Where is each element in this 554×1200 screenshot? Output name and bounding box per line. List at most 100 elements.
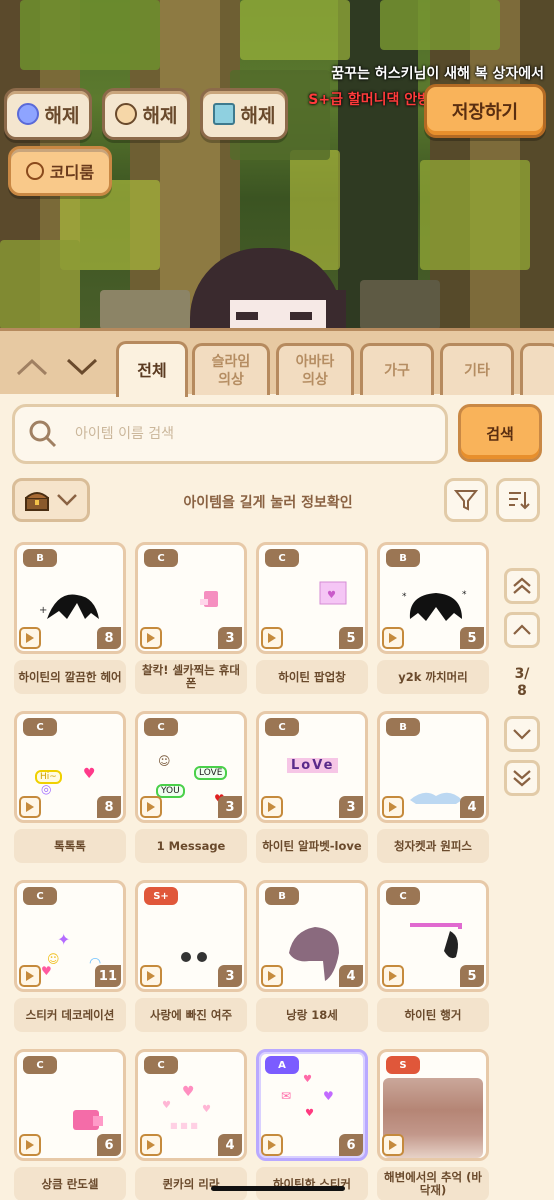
home-indicator <box>211 1186 345 1191</box>
item-card[interactable]: B +8 <box>14 542 126 654</box>
svg-text:♥: ♥ <box>182 1084 195 1100</box>
grade-badge: B <box>386 718 420 736</box>
tab-furniture[interactable]: 가구 <box>360 343 434 395</box>
play-preview-button[interactable] <box>382 627 404 649</box>
sort-button[interactable] <box>496 478 540 522</box>
item-art: * * <box>396 587 476 631</box>
item-name: 하이틴 팝업창 <box>256 660 368 694</box>
coordi-room-button[interactable]: 코디룸 <box>8 146 112 196</box>
item-count: 3 <box>339 796 363 818</box>
page-up-button[interactable] <box>504 612 540 648</box>
item-name: 청자켓과 원피스 <box>377 829 489 863</box>
item-card[interactable]: C ♥ ♥ ♥ ■ ■ ■ 4 <box>135 1049 247 1161</box>
category-tab-bar: 전체 슬라임 의상 아바타 의상 가구 기타 <box>0 328 554 397</box>
avatar-unequip-label: 해제 <box>142 104 178 127</box>
svg-text:*: * <box>462 590 467 600</box>
tab-more[interactable] <box>520 343 554 395</box>
item-card[interactable]: C☺LOVEYOU♥3 <box>135 711 247 823</box>
tab-slime-clothes[interactable]: 슬라임 의상 <box>192 343 270 395</box>
item-count: 6 <box>97 1134 121 1156</box>
sort-row: 아이템을 길게 눌러 정보확인 <box>0 478 554 526</box>
grade-badge: S <box>386 1056 420 1074</box>
furniture-unequip-button[interactable]: 해제 <box>200 88 288 140</box>
tab-all[interactable]: 전체 <box>116 341 188 397</box>
play-icon <box>26 633 34 643</box>
play-preview-button[interactable] <box>140 1134 162 1156</box>
play-preview-button[interactable] <box>140 965 162 987</box>
item-name: 낭랑 18세 <box>256 998 368 1032</box>
item-card[interactable]: C5 <box>377 880 489 992</box>
play-preview-button[interactable] <box>382 796 404 818</box>
svg-text:*: * <box>402 592 407 602</box>
item-name: 하이틴 행거 <box>377 998 489 1032</box>
tab-etc[interactable]: 기타 <box>440 343 514 395</box>
save-button[interactable]: 저장하기 <box>424 84 546 138</box>
expand-down-button[interactable] <box>64 349 100 385</box>
play-preview-button[interactable] <box>140 796 162 818</box>
item-card[interactable]: C3 <box>135 542 247 654</box>
play-icon <box>268 971 276 981</box>
play-preview-button[interactable] <box>261 627 283 649</box>
item-card[interactable]: B4 <box>377 711 489 823</box>
item-card[interactable]: S <box>377 1049 489 1161</box>
svg-text:+: + <box>39 605 47 616</box>
item-card[interactable]: C ✦ ☺ ♥ ◠ 11 <box>14 880 126 992</box>
grade-badge: C <box>144 1056 178 1074</box>
scroll-top-button[interactable] <box>504 568 540 604</box>
play-preview-button[interactable] <box>261 1134 283 1156</box>
avatar-unequip-button[interactable]: 해제 <box>102 88 190 140</box>
collapse-up-button[interactable] <box>14 349 50 385</box>
search-button[interactable]: 검색 <box>458 404 542 462</box>
filter-button[interactable] <box>444 478 488 522</box>
scroll-bottom-button[interactable] <box>504 760 540 796</box>
item-name: 사랑에 빠진 여주 <box>135 998 247 1032</box>
item-name: 해변에서의 추억 (바닥재) <box>377 1167 489 1200</box>
page-down-button[interactable] <box>504 716 540 752</box>
item-name: 1 Message <box>135 829 247 863</box>
item-name: y2k 까치머리 <box>377 660 489 694</box>
item-card[interactable]: C LoVe 3 <box>256 711 368 823</box>
item-card[interactable]: C ♥ 5 <box>256 542 368 654</box>
play-preview-button[interactable] <box>19 965 41 987</box>
svg-text:♥: ♥ <box>202 1104 211 1115</box>
play-preview-button[interactable] <box>382 965 404 987</box>
grade-badge: B <box>23 549 57 567</box>
love-bubble-text: LOVE <box>194 766 228 780</box>
item-art <box>174 949 214 968</box>
grade-badge: C <box>23 1056 57 1074</box>
slime-unequip-button[interactable]: 해제 <box>4 88 92 140</box>
search-input[interactable] <box>75 426 415 442</box>
item-card[interactable]: B * * 5 <box>377 542 489 654</box>
play-icon <box>389 971 397 981</box>
slime-unequip-label: 해제 <box>44 104 80 127</box>
svg-text:♥: ♥ <box>327 590 336 601</box>
tab-avatar-clothes[interactable]: 아바타 의상 <box>276 343 354 395</box>
chest-filter-dropdown[interactable] <box>12 478 90 522</box>
item-card[interactable]: B4 <box>256 880 368 992</box>
item-count: 5 <box>460 965 484 987</box>
grade-badge: C <box>23 718 57 736</box>
foliage <box>0 240 80 330</box>
play-preview-button[interactable] <box>140 627 162 649</box>
item-count: 4 <box>339 965 363 987</box>
play-preview-button[interactable] <box>261 796 283 818</box>
item-card[interactable]: A ♥ ✉ ♥ ♥ 6 <box>256 1049 368 1161</box>
double-chevron-up-icon <box>513 577 531 594</box>
play-icon <box>389 633 397 643</box>
play-icon <box>268 802 276 812</box>
play-preview-button[interactable] <box>19 796 41 818</box>
play-preview-button[interactable] <box>382 1134 404 1156</box>
avatar-eye <box>290 312 312 320</box>
item-count: 3 <box>218 796 242 818</box>
play-icon <box>147 1140 155 1150</box>
item-card[interactable]: C Hi~ ♥ ◎ 8 <box>14 711 126 823</box>
item-card[interactable]: S+ 3 <box>135 880 247 992</box>
play-preview-button[interactable] <box>19 627 41 649</box>
play-preview-button[interactable] <box>261 965 283 987</box>
search-icon <box>29 420 57 448</box>
item-card[interactable]: C6 <box>14 1049 126 1161</box>
grade-badge: C <box>386 887 420 905</box>
play-preview-button[interactable] <box>19 1134 41 1156</box>
item-count: 5 <box>339 627 363 649</box>
treasure-chest-icon <box>25 492 49 511</box>
